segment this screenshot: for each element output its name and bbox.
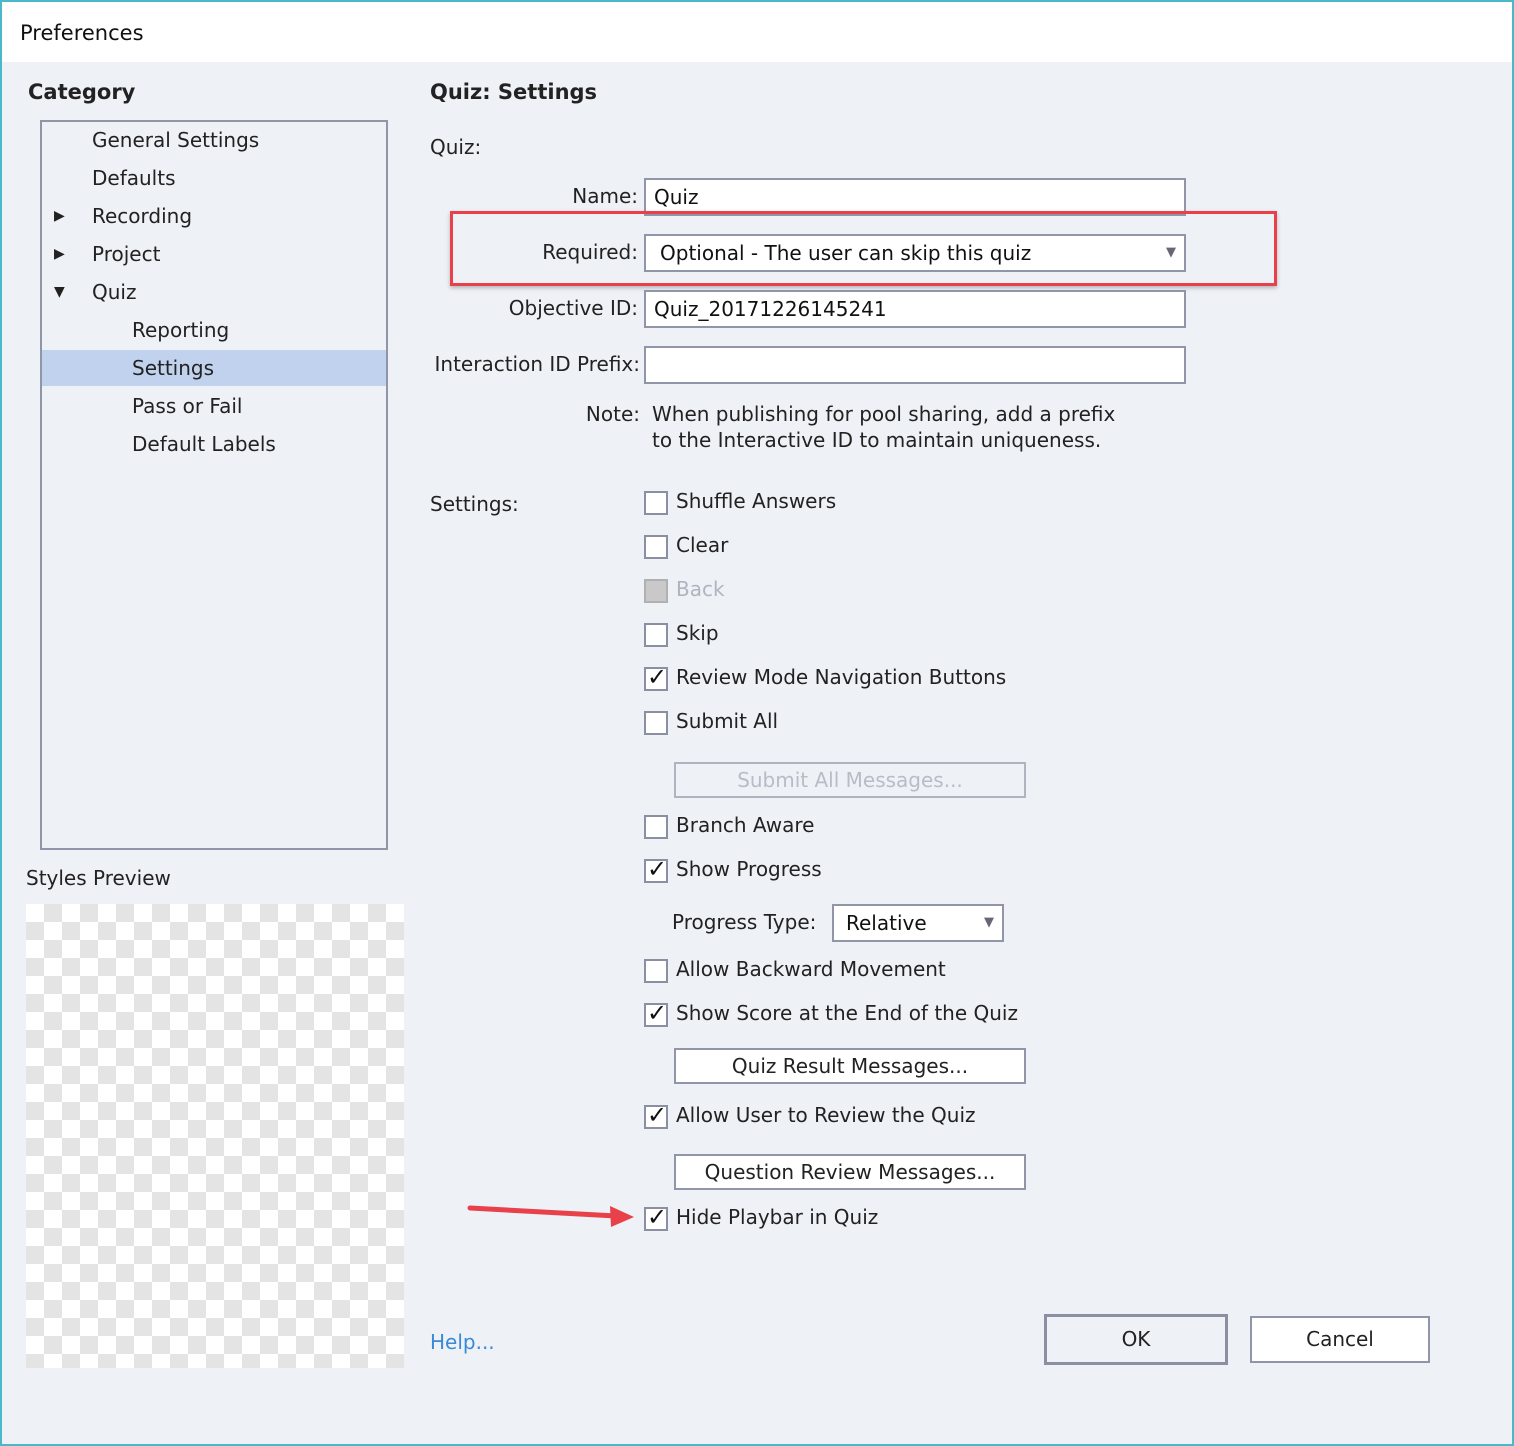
progress-type-label: Progress Type:	[672, 910, 817, 934]
tree-item-label: Recording	[92, 204, 193, 228]
quiz-label: Quiz:	[430, 135, 482, 159]
progress-type-dropdown[interactable]: Relative ▼	[832, 904, 1004, 942]
hide-playbar-in-quiz-checkbox[interactable]: ✓	[644, 1203, 668, 1231]
tree-item-reporting[interactable]: Reporting	[42, 312, 386, 348]
tree-item-label: Reporting	[132, 318, 230, 342]
name-label: Name:	[572, 184, 638, 208]
tree-item-defaults[interactable]: Defaults	[42, 160, 386, 196]
interaction-id-prefix-input[interactable]	[644, 346, 1186, 384]
show-score-at-the-end-of-the-quiz-label[interactable]: Show Score at the End of the Quiz	[676, 1001, 1018, 1025]
review-mode-navigation-buttons-checkbox[interactable]: ✓	[644, 663, 668, 691]
hide-playbar-in-quiz-label[interactable]: Hide Playbar in Quiz	[676, 1205, 878, 1229]
tree-item-settings[interactable]: Settings	[42, 350, 386, 386]
page-title: Quiz: Settings	[430, 80, 598, 104]
back-checkbox[interactable]	[644, 579, 668, 603]
category-heading: Category	[28, 80, 136, 104]
settings-label: Settings:	[430, 492, 519, 516]
tree-item-general-settings[interactable]: General Settings	[42, 122, 386, 158]
objective-id-label: Objective ID:	[508, 296, 638, 320]
question-review-messages-button[interactable]: Question Review Messages...	[674, 1154, 1026, 1190]
expand-arrow-icon[interactable]: ▶	[54, 198, 65, 234]
checkmark-icon: ✓	[647, 1101, 668, 1129]
ok-button[interactable]: OK	[1044, 1314, 1228, 1365]
objective-id-input[interactable]: Quiz_20171226145241	[644, 290, 1186, 328]
checkmark-icon: ✓	[647, 999, 668, 1027]
tree-item-label: Project	[92, 242, 161, 266]
shuffle-answers-label[interactable]: Shuffle Answers	[676, 489, 836, 513]
checkmark-icon: ✓	[647, 663, 668, 691]
styles-preview-label: Styles Preview	[26, 866, 171, 890]
branch-aware-checkbox[interactable]	[644, 815, 668, 839]
clear-label[interactable]: Clear	[676, 533, 728, 557]
chevron-down-icon: ▼	[984, 915, 994, 930]
tree-item-label: General Settings	[92, 128, 260, 152]
window-title: Preferences	[20, 21, 144, 45]
tree-item-label: Quiz	[92, 280, 137, 304]
checkmark-icon: ✓	[647, 855, 668, 883]
allow-backward-movement-checkbox[interactable]	[644, 959, 668, 983]
allow-user-to-review-the-quiz-checkbox[interactable]: ✓	[644, 1101, 668, 1129]
styles-preview	[26, 904, 404, 1368]
progress-type-value: Relative	[846, 911, 927, 935]
arrow-annotation-icon	[467, 1205, 634, 1227]
collapse-arrow-icon[interactable]: ▼	[54, 274, 65, 310]
highlight-annotation	[450, 211, 1277, 286]
branch-aware-label[interactable]: Branch Aware	[676, 813, 814, 837]
quiz-result-messages-button[interactable]: Quiz Result Messages...	[674, 1048, 1026, 1084]
cancel-button[interactable]: Cancel	[1250, 1316, 1430, 1363]
allow-backward-movement-label[interactable]: Allow Backward Movement	[676, 957, 946, 981]
review-mode-navigation-buttons-label[interactable]: Review Mode Navigation Buttons	[676, 665, 1006, 689]
tree-item-pass-or-fail[interactable]: Pass or Fail	[42, 388, 386, 424]
tree-item-quiz[interactable]: ▼ Quiz	[42, 274, 386, 310]
expand-arrow-icon[interactable]: ▶	[54, 236, 65, 272]
tree-item-recording[interactable]: ▶ Recording	[42, 198, 386, 234]
show-progress-label[interactable]: Show Progress	[676, 857, 822, 881]
note-line-1: When publishing for pool sharing, add a …	[652, 402, 1116, 426]
show-progress-checkbox[interactable]: ✓	[644, 855, 668, 883]
tree-item-label: Settings	[132, 356, 215, 380]
skip-checkbox[interactable]	[644, 623, 668, 647]
category-tree[interactable]: General Settings Defaults ▶ Recording ▶ Pr…	[40, 120, 388, 850]
tree-item-default-labels[interactable]: Default Labels	[42, 426, 386, 462]
submit-all-label[interactable]: Submit All	[676, 709, 778, 733]
tree-item-project[interactable]: ▶ Project	[42, 236, 386, 272]
allow-user-to-review-the-quiz-label[interactable]: Allow User to Review the Quiz	[676, 1103, 976, 1127]
submit-all-checkbox[interactable]	[644, 711, 668, 735]
skip-label[interactable]: Skip	[676, 621, 719, 645]
tree-item-label: Default Labels	[132, 432, 276, 456]
interaction-id-prefix-label: Interaction ID Prefix:	[434, 352, 641, 376]
submit-all-messages-button[interactable]: Submit All Messages...	[674, 762, 1026, 798]
note-line-2: to the Interactive ID to maintain unique…	[652, 428, 1102, 452]
back-label[interactable]: Back	[676, 577, 725, 601]
tree-item-label: Defaults	[92, 166, 176, 190]
shuffle-answers-checkbox[interactable]	[644, 491, 668, 515]
note-label: Note:	[585, 402, 640, 426]
checkmark-icon: ✓	[647, 1203, 668, 1231]
show-score-at-the-end-of-the-quiz-checkbox[interactable]: ✓	[644, 999, 668, 1027]
title-bar: Preferences	[2, 2, 1512, 62]
help-link[interactable]: Help...	[430, 1330, 495, 1354]
tree-item-label: Pass or Fail	[132, 394, 243, 418]
clear-checkbox[interactable]	[644, 535, 668, 559]
